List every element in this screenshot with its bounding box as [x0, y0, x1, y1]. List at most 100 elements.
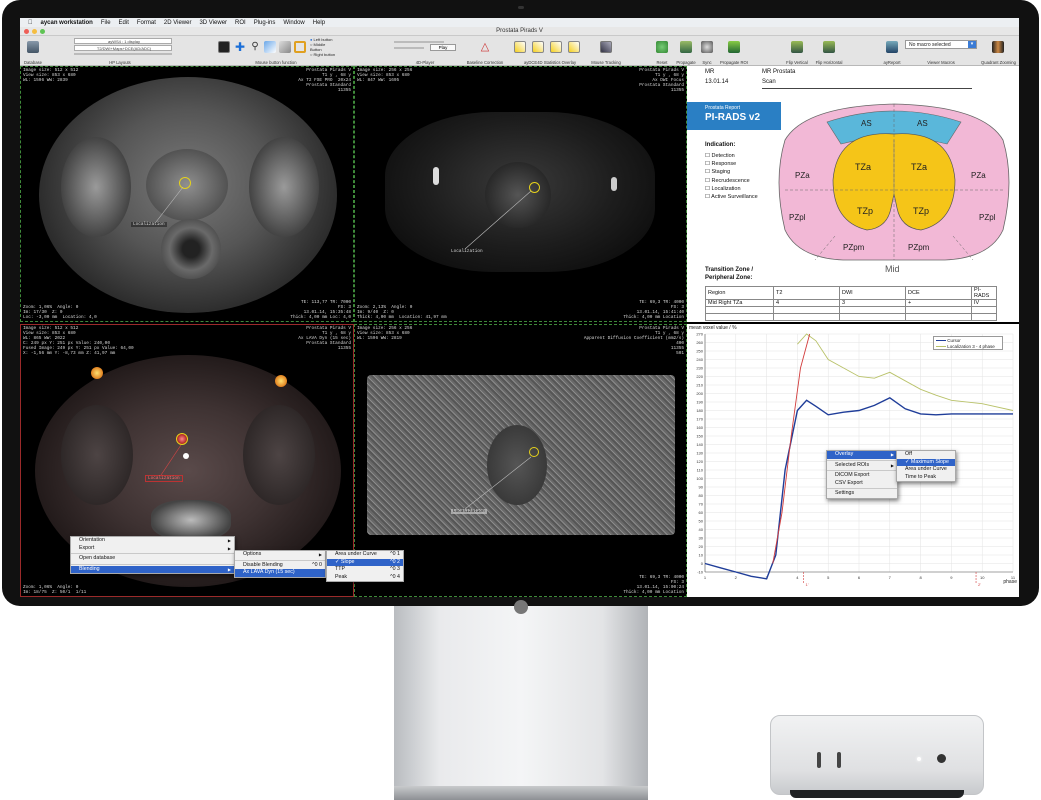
menu-item-time-to-peak[interactable]: Time to Peak: [897, 474, 955, 482]
dce-chart-icon-2[interactable]: [532, 41, 544, 53]
minimize-window-button[interactable]: [32, 29, 37, 34]
dce-chart-icon-1[interactable]: [514, 41, 526, 53]
y-tick-label: 240: [696, 357, 703, 362]
indication-response[interactable]: ☐ Response: [705, 160, 758, 168]
y-tick-label: 40: [699, 527, 704, 532]
menu-item-lava-dyn[interactable]: Ax LAVA Dyn (15 sec): [235, 569, 325, 577]
menu-item-peak[interactable]: Peak ^0 4: [327, 574, 403, 582]
player-slider-1[interactable]: [394, 41, 444, 43]
blending-submenu: Options ▶ Disable Blending ^0 0 Ax LAVA Dy…: [234, 550, 326, 578]
menu-format[interactable]: Format: [137, 20, 156, 26]
indication-active-surveillance[interactable]: ☐ Active Surveillance: [705, 193, 758, 201]
menu-item-open-database[interactable]: Open database: [71, 555, 234, 563]
indication-localization[interactable]: ☐ Localization: [705, 185, 758, 193]
hp-layout-select-1[interactable]: ayWS4 : 1 display: [74, 38, 172, 44]
database-label: Database: [24, 60, 42, 65]
menu-file[interactable]: File: [101, 20, 111, 26]
radio-middle-button[interactable]: ○ Middle Button: [310, 42, 336, 52]
menu-app-name[interactable]: aycan workstation: [41, 20, 93, 26]
propagate-roi-button[interactable]: Propagate ROI: [716, 36, 752, 66]
mouse-tracking-button[interactable]: Mouse Tracking: [585, 36, 627, 66]
table-row[interactable]: [705, 306, 997, 314]
table-row[interactable]: [705, 313, 997, 321]
indication-recrudescence[interactable]: ☐ Recrudescence: [705, 177, 758, 185]
menu-item-label: Area under Curve: [335, 551, 377, 557]
zone-title-line2: Peripheral Zone:: [705, 275, 753, 281]
menu-separator: [71, 553, 234, 554]
database-button[interactable]: Database: [22, 36, 44, 66]
roi-label: Localization: [145, 475, 183, 482]
menu-item-csv-export[interactable]: CSV Export: [827, 480, 897, 488]
menu-2d-viewer[interactable]: 2D Viewer: [164, 20, 192, 26]
menu-roi[interactable]: ROI: [235, 20, 246, 26]
reset-button[interactable]: Reset: [652, 36, 672, 66]
y-tick-label: 90: [699, 485, 704, 490]
dce-chart-icon-4[interactable]: [568, 41, 580, 53]
viewport-t2[interactable]: Localization Image size: 512 x 512 View …: [20, 66, 354, 322]
indication-label: Staging: [711, 169, 731, 176]
viewport-dwi[interactable]: Localization Image size: 256 x 256 View …: [354, 66, 687, 322]
menu-item-orientation[interactable]: Orientation ▶: [71, 537, 234, 545]
zoom-window-button[interactable]: [40, 29, 45, 34]
menu-3d-viewer[interactable]: 3D Viewer: [199, 20, 227, 26]
menu-item-off[interactable]: Off: [897, 451, 955, 459]
menu-item-label: Slope: [340, 558, 355, 565]
menu-help[interactable]: Help: [313, 20, 325, 26]
quadrant-zoom-button[interactable]: Quadrant Zooming: [978, 36, 1019, 66]
phase-marker-label: 2': [978, 582, 981, 587]
y-tick-label: 60: [699, 510, 704, 515]
menu-item-export[interactable]: Export ▶: [71, 545, 234, 553]
apple-icon[interactable]: : [28, 20, 33, 26]
table-row[interactable]: Mid Right TZa 4 3 + IV: [705, 299, 997, 307]
report-study: MR Prostata: [762, 69, 796, 75]
flip-vertical-button[interactable]: Flip Vertical: [782, 36, 812, 66]
mac-mini-base: [790, 790, 964, 798]
flip-horizontal-button[interactable]: Flip Horizontal: [812, 36, 846, 66]
menu-edit[interactable]: Edit: [119, 20, 129, 26]
menu-item-disable-blending[interactable]: Disable Blending ^0 0: [235, 562, 325, 570]
menu-item-overlay[interactable]: Overlay ▶: [827, 451, 897, 459]
menu-plugins[interactable]: Plug-ins: [254, 20, 276, 26]
menu-item-ttp[interactable]: TTP ^0 3: [327, 566, 403, 574]
player-slider-2[interactable]: [394, 47, 424, 49]
pan-icon[interactable]: [279, 41, 291, 53]
submenu-arrow-icon: ▶: [227, 538, 231, 543]
menu-item-label: CSV Export: [835, 479, 863, 486]
radio-middle-label: Middle Button: [310, 42, 326, 52]
menu-window[interactable]: Window: [283, 20, 304, 26]
indication-staging[interactable]: ☐ Staging: [705, 168, 758, 176]
menu-item-area-under-curve[interactable]: Area under Curve: [897, 466, 955, 474]
menu-separator: [71, 563, 234, 565]
baseline-correction-button[interactable]: △ Baseline Correction: [465, 36, 505, 66]
ayreport-button[interactable]: ayReport: [880, 36, 904, 66]
ayreport-label: ayReport: [883, 60, 901, 65]
menu-item-area-under-curve[interactable]: Area under Curve ^0 1: [327, 551, 403, 559]
menu-item-maximum-slope[interactable]: ✓ Maximum Slope: [897, 458, 955, 466]
menu-item-label: Overlay: [835, 451, 854, 457]
menu-item-blending[interactable]: Blending ▶: [71, 565, 234, 573]
hp-layout-select-2[interactable]: T2/DWI+Maps+DCE(AD/ADC): [74, 45, 172, 51]
menu-item-options[interactable]: Options ▶: [235, 551, 325, 559]
radio-right-button[interactable]: ○ Right button: [310, 52, 336, 57]
crosshair-icon[interactable]: ✚: [234, 41, 246, 53]
legend-label: Cursor: [947, 338, 961, 343]
zoom-icon[interactable]: ⚲: [249, 41, 261, 53]
play-button[interactable]: Play: [430, 44, 456, 51]
menu-item-dicom-export[interactable]: DICOM Export: [827, 472, 897, 480]
menu-item-label: Time to Peak: [905, 473, 937, 480]
y-tick-label: 100: [696, 476, 703, 481]
hp-layout-slider[interactable]: [74, 53, 172, 55]
dce-chart-icon-3[interactable]: [550, 41, 562, 53]
roi-rectangle-icon[interactable]: [294, 41, 306, 53]
menu-item-selected-rois[interactable]: Selected ROIs ▶: [827, 462, 897, 470]
menu-item-slope[interactable]: ✓ Slope ^0 2: [327, 558, 403, 566]
indication-detection[interactable]: ☐ Detection: [705, 152, 758, 160]
rotate-icon[interactable]: [264, 41, 276, 53]
window-level-icon[interactable]: [218, 41, 230, 53]
sync-button[interactable]: Sync: [698, 36, 716, 66]
propagate-button[interactable]: Propagate: [674, 36, 698, 66]
close-window-button[interactable]: [24, 29, 29, 34]
menu-item-settings[interactable]: Settings: [827, 490, 897, 498]
sync-label: Sync: [702, 60, 712, 65]
table-cell: 4: [773, 299, 840, 307]
